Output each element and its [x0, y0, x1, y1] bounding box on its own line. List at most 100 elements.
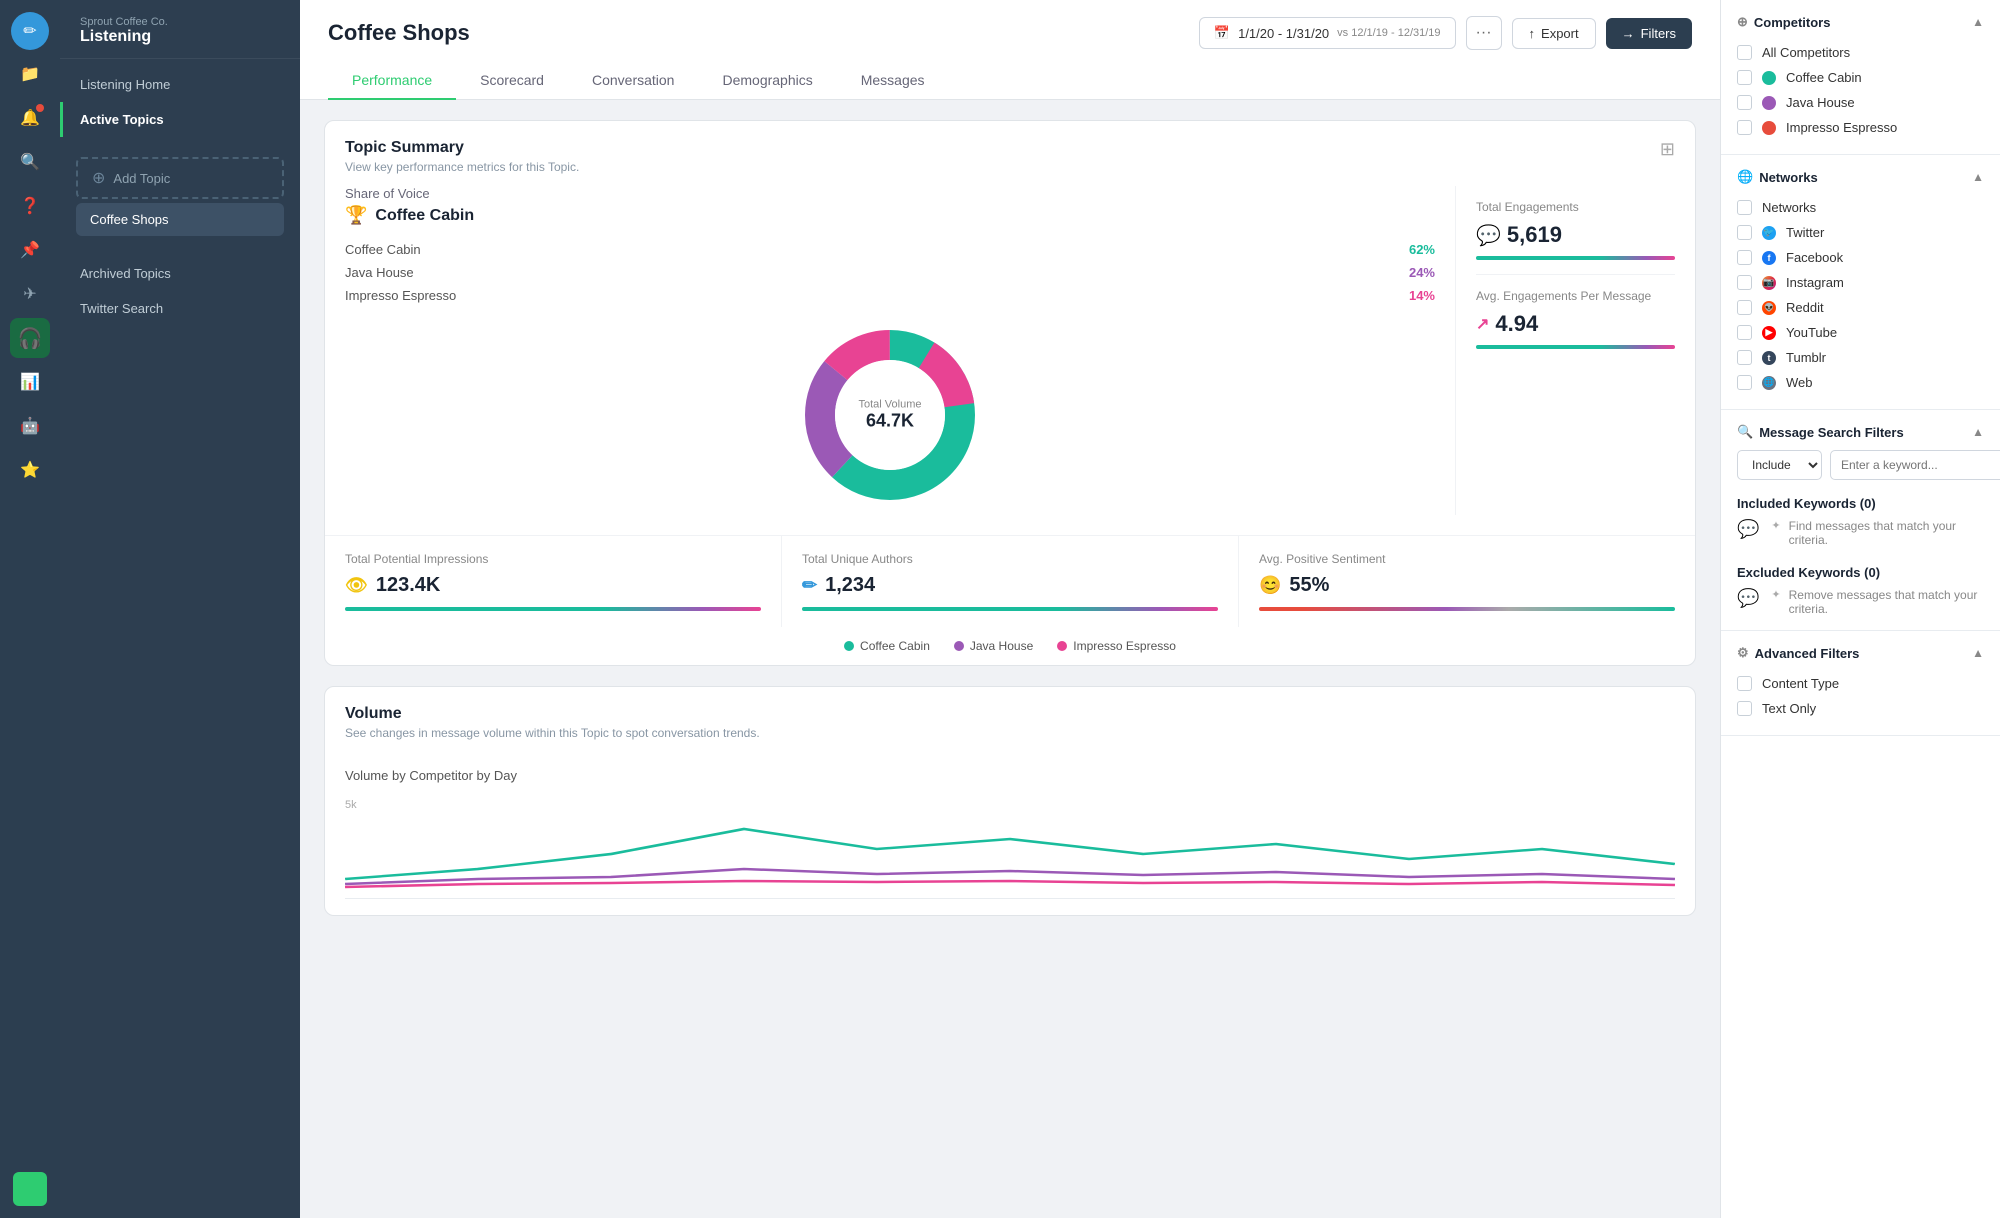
topic-summary-header-text: Topic Summary View key performance metri… [345, 139, 579, 174]
competitors-title-text: Competitors [1754, 15, 1831, 30]
filter-type-select[interactable]: Include Exclude [1737, 450, 1822, 480]
nav-icon-help[interactable]: ❓ [10, 186, 50, 226]
network-checkbox-instagram[interactable] [1737, 275, 1752, 290]
main-content: Coffee Shops 📅 1/1/20 - 1/31/20 vs 12/1/… [300, 0, 1720, 1218]
all-competitors-row[interactable]: All Competitors [1737, 40, 1984, 65]
network-dot-youtube: ▶ [1762, 326, 1776, 340]
content-type-checkbox[interactable] [1737, 676, 1752, 691]
network-row-youtube[interactable]: ▶ YouTube [1737, 320, 1984, 345]
networks-all-row[interactable]: Networks [1737, 195, 1984, 220]
network-checkbox-twitter[interactable] [1737, 225, 1752, 240]
text-only-checkbox[interactable] [1737, 701, 1752, 716]
nav-icon-folder[interactable]: 📁 [10, 54, 50, 94]
excluded-keywords-section: Excluded Keywords (0) 💬 ✦ Remove message… [1737, 559, 1984, 616]
legend-item-1: Java House [954, 639, 1033, 653]
authors-bar [802, 607, 1218, 611]
all-competitors-label: All Competitors [1762, 45, 1850, 60]
tab-scorecard[interactable]: Scorecard [456, 62, 568, 100]
network-row-twitter[interactable]: 🐦 Twitter [1737, 220, 1984, 245]
competitor-label-1: Java House [1786, 95, 1855, 110]
chart-legend: Coffee Cabin Java House Impresso Espress… [325, 627, 1695, 665]
network-row-web[interactable]: 🌐 Web [1737, 370, 1984, 395]
advanced-filters-title-text: Advanced Filters [1755, 646, 1860, 661]
network-row-reddit[interactable]: 👽 Reddit [1737, 295, 1984, 320]
text-only-row[interactable]: Text Only [1737, 696, 1984, 721]
competitor-row-2[interactable]: Impresso Espresso [1737, 115, 1984, 140]
filters-icon: → [1622, 26, 1635, 41]
sidebar-item-twitter-search[interactable]: Twitter Search [60, 291, 300, 326]
all-competitors-checkbox[interactable] [1737, 45, 1752, 60]
nav-icon-star[interactable]: ⭐ [10, 450, 50, 490]
more-options-button[interactable]: ··· [1466, 16, 1502, 50]
nav-icon-automation[interactable]: 🤖 [10, 406, 50, 446]
network-checkbox-facebook[interactable] [1737, 250, 1752, 265]
advanced-filters-header: ⚙ Advanced Filters ▲ [1737, 645, 1984, 661]
competitor-row-1[interactable]: Java House [1737, 90, 1984, 115]
advanced-filters-chevron[interactable]: ▲ [1972, 646, 1984, 660]
filter-keyword-input[interactable] [1830, 450, 2000, 480]
topic-summary-title: Topic Summary [345, 139, 579, 157]
content-type-row[interactable]: Content Type [1737, 671, 1984, 696]
network-checkbox-reddit[interactable] [1737, 300, 1752, 315]
compose-button[interactable]: ✏ [11, 12, 49, 50]
add-topic-plus-icon: ⊕ [92, 168, 105, 188]
share-of-voice-section: Share of Voice 🏆 Coffee Cabin Coffee Cab… [345, 186, 1435, 515]
smile-icon: 😊 [1259, 575, 1281, 596]
tab-performance[interactable]: Performance [328, 62, 456, 100]
network-checkbox-youtube[interactable] [1737, 325, 1752, 340]
competitors-chevron[interactable]: ▲ [1972, 15, 1984, 29]
tab-conversation[interactable]: Conversation [568, 62, 699, 100]
nav-icon-listening[interactable]: 🎧 [10, 318, 50, 358]
networks-all-checkbox[interactable] [1737, 200, 1752, 215]
networks-title-text: Networks [1759, 170, 1818, 185]
volume-chart-area: 5k [345, 799, 1675, 899]
topic-summary-header: Topic Summary View key performance metri… [325, 121, 1695, 186]
network-label-web: Web [1786, 375, 1813, 390]
network-row-instagram[interactable]: 📷 Instagram [1737, 270, 1984, 295]
nav-icon-pin[interactable]: 📌 [10, 230, 50, 270]
nav-icon-notifications[interactable]: 🔔 [10, 98, 50, 138]
volume-chart-svg [345, 799, 1675, 889]
message-search-title-text: Message Search Filters [1759, 425, 1904, 440]
avg-engagements-value: ↗ 4.94 [1476, 311, 1675, 337]
sentiment-bar [1259, 607, 1675, 611]
notification-dot [36, 104, 44, 112]
sidebar-item-listening-home[interactable]: Listening Home [60, 67, 300, 102]
network-row-tumblr[interactable]: t Tumblr [1737, 345, 1984, 370]
message-search-chevron[interactable]: ▲ [1972, 425, 1984, 439]
competitor-checkbox-2[interactable] [1737, 120, 1752, 135]
filter-input-row: Include Exclude [1737, 450, 1984, 480]
date-range-button[interactable]: 📅 1/1/20 - 1/31/20 vs 12/1/19 - 12/31/19 [1199, 17, 1456, 49]
excluded-keywords-hint: Remove messages that match your criteria… [1789, 588, 1984, 616]
topic-item-coffee-shops[interactable]: Coffee Shops [76, 203, 284, 236]
excluded-keywords-empty: 💬 ✦ Remove messages that match your crit… [1737, 588, 1984, 616]
sidebar-item-archived-topics[interactable]: Archived Topics [60, 256, 300, 291]
tab-messages[interactable]: Messages [837, 62, 949, 100]
grid-view-icon[interactable]: ⊞ [1660, 139, 1675, 160]
add-topic-button[interactable]: ⊕ Add Topic [76, 157, 284, 199]
network-checkbox-tumblr[interactable] [1737, 350, 1752, 365]
included-keywords-empty: 💬 ✦ Find messages that match your criter… [1737, 519, 1984, 547]
networks-all-label: Networks [1762, 200, 1816, 215]
sov-header: Share of Voice 🏆 Coffee Cabin [345, 186, 1435, 226]
calendar-icon: 📅 [1214, 25, 1230, 41]
competitor-row-0[interactable]: Coffee Cabin [1737, 65, 1984, 90]
company-name: Sprout Coffee Co. [80, 16, 280, 28]
competitor-checkbox-1[interactable] [1737, 95, 1752, 110]
network-label-twitter: Twitter [1786, 225, 1824, 240]
nav-icon-send[interactable]: ✈ [10, 274, 50, 314]
content-type-label: Content Type [1762, 676, 1839, 691]
nav-icon-analytics[interactable]: 📊 [10, 362, 50, 402]
legend-dot-1 [954, 641, 964, 651]
network-row-facebook[interactable]: f Facebook [1737, 245, 1984, 270]
avg-engagements-number: 4.94 [1495, 311, 1538, 337]
network-checkbox-web[interactable] [1737, 375, 1752, 390]
filters-button[interactable]: → Filters [1606, 18, 1692, 49]
sidebar-item-active-topics[interactable]: Active Topics [60, 102, 300, 137]
networks-chevron[interactable]: ▲ [1972, 170, 1984, 184]
export-button[interactable]: ↑ Export [1512, 18, 1596, 49]
nav-icon-search[interactable]: 🔍 [10, 142, 50, 182]
tab-demographics[interactable]: Demographics [698, 62, 836, 100]
competitor-checkbox-0[interactable] [1737, 70, 1752, 85]
network-label-reddit: Reddit [1786, 300, 1824, 315]
